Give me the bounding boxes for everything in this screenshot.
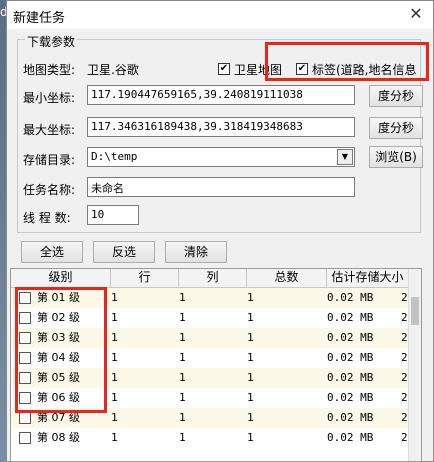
table-row[interactable]: 第 08 级1110.02 MB2! [11, 428, 414, 448]
select-all-button[interactable]: 全选 [21, 241, 83, 263]
scrollbar-thumb[interactable] [411, 297, 419, 325]
total-cell: 1 [247, 351, 254, 364]
min-coord-dms-button[interactable]: 度分秒 [369, 85, 423, 107]
close-button[interactable]: ✕ [401, 3, 431, 25]
col-cell: 1 [179, 311, 186, 324]
min-coord-input[interactable]: 117.190447659165,39.240819111038 [87, 85, 355, 105]
highlight-box-levels [15, 287, 107, 413]
header-col[interactable]: 列 [179, 269, 247, 287]
threads-input[interactable]: 10 [87, 205, 139, 225]
row-cell: 1 [111, 351, 118, 364]
title-bar: 新建任务 ✕ [7, 1, 433, 29]
total-cell: 1 [247, 311, 254, 324]
storage-select[interactable]: D:\temp [87, 147, 355, 167]
total-cell: 1 [247, 391, 254, 404]
map-type-value: 卫星.谷歌 [87, 63, 139, 77]
col-cell: 1 [179, 391, 186, 404]
size-cell: 0.02 MB [327, 411, 374, 424]
header-row[interactable]: 行 [111, 269, 179, 287]
table-header: 级别 行 列 总数 估计存储大小 [11, 269, 409, 288]
row-cell: 1 [111, 371, 118, 384]
total-cell: 1 [247, 291, 254, 304]
clear-button[interactable]: 清除 [165, 241, 227, 263]
col-cell: 1 [179, 431, 186, 444]
browse-button[interactable]: 浏览(B) [369, 146, 423, 168]
row-cell: 1 [111, 291, 118, 304]
task-name-input[interactable]: 未命名 [87, 177, 355, 197]
col-cell: 1 [179, 351, 186, 364]
size-cell: 0.02 MB [327, 391, 374, 404]
row-cell: 1 [111, 311, 118, 324]
header-total[interactable]: 总数 [247, 269, 327, 287]
storage-label: 存储目录: [23, 153, 76, 167]
task-name-label: 任务名称: [23, 183, 76, 197]
col-cell: 1 [179, 331, 186, 344]
table-scrollbar[interactable] [408, 269, 421, 461]
col-cell: 1 [179, 411, 186, 424]
total-cell: 1 [247, 431, 254, 444]
total-cell: 1 [247, 411, 254, 424]
header-size[interactable]: 估计存储大小 [327, 269, 409, 287]
header-level[interactable]: 级别 [11, 269, 111, 287]
level-table: 级别 行 列 总数 估计存储大小 第 01 级1110.02 MB2!第 02 … [10, 268, 422, 462]
size-cell: 0.02 MB [327, 311, 374, 324]
row-checkbox[interactable] [19, 412, 31, 424]
level-cell: 第 08 级 [37, 431, 80, 444]
min-coord-label: 最小坐标: [23, 91, 76, 105]
row-cell: 1 [111, 391, 118, 404]
threads-label: 线 程 数: [23, 211, 71, 225]
total-cell: 1 [247, 371, 254, 384]
size-cell: 0.02 MB [327, 291, 374, 304]
size-cell: 0.02 MB [327, 331, 374, 344]
size-cell: 0.02 MB [327, 351, 374, 364]
max-coord-label: 最大坐标: [23, 123, 76, 137]
row-cell: 1 [111, 331, 118, 344]
row-cell: 1 [111, 431, 118, 444]
max-coord-input[interactable]: 117.346316189438,39.318419348683 [87, 117, 355, 137]
satellite-checkbox[interactable]: ✔ [218, 63, 230, 75]
col-cell: 1 [179, 371, 186, 384]
map-type-label: 地图类型: [23, 63, 76, 77]
chevron-down-icon[interactable]: ▼ [337, 149, 353, 165]
row-cell: 1 [111, 411, 118, 424]
total-cell: 1 [247, 331, 254, 344]
download-params-legend: 下载参数 [25, 33, 78, 50]
invert-selection-button[interactable]: 反选 [93, 241, 155, 263]
highlight-box-labels [265, 42, 429, 81]
row-checkbox[interactable] [19, 432, 31, 444]
max-coord-dms-button[interactable]: 度分秒 [369, 117, 423, 139]
size-cell: 0.02 MB [327, 371, 374, 384]
col-cell: 1 [179, 291, 186, 304]
size-cell: 0.02 MB [327, 431, 374, 444]
dialog-title: 新建任务 [13, 11, 66, 26]
